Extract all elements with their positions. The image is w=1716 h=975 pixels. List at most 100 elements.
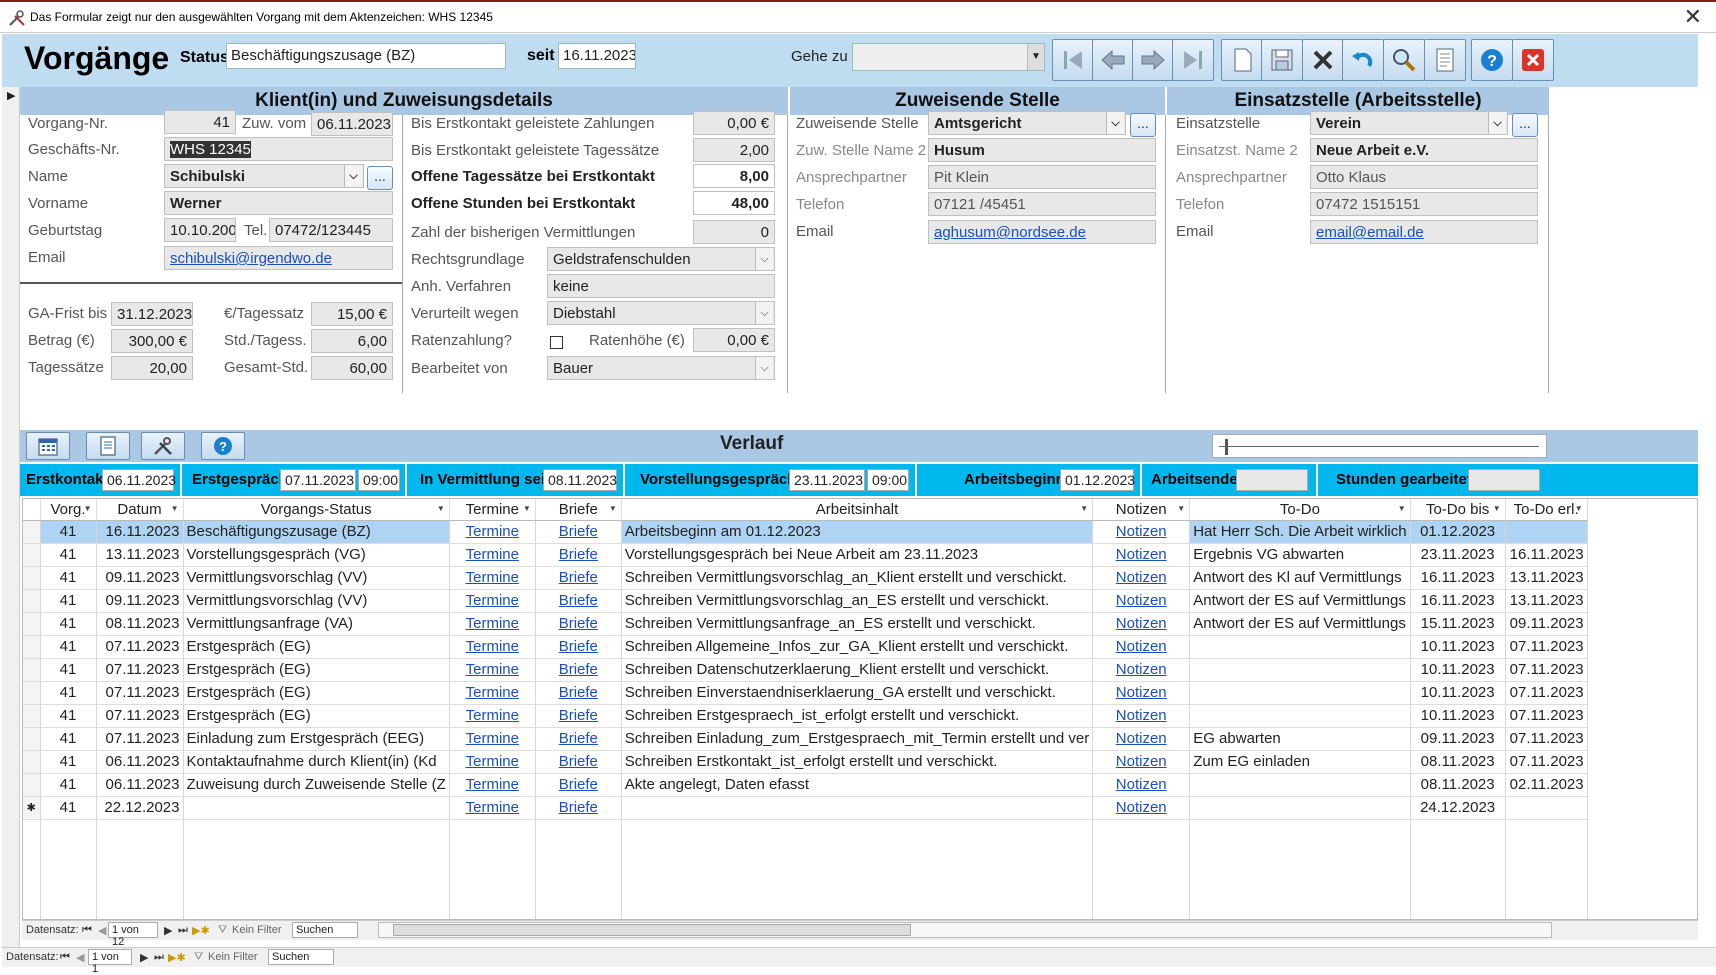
cell-termine[interactable]: Termine [449, 681, 536, 705]
table-row[interactable]: 41 16.11.2023 Beschäftigungszusage (BZ) Ter… [23, 520, 1588, 544]
cell-todo-erl[interactable]: 07.11.2023 [1505, 750, 1588, 774]
cell-briefe[interactable]: Briefe [535, 681, 622, 705]
vorname-field[interactable]: Werner [164, 191, 393, 215]
next-record-button[interactable] [1132, 39, 1174, 81]
vermittlungen-field[interactable]: 0 [693, 220, 775, 244]
row-selector[interactable] [23, 658, 41, 682]
cell-termine[interactable]: Termine [449, 704, 536, 728]
undo-button[interactable] [1342, 39, 1384, 81]
cell-termine[interactable]: Termine [449, 589, 536, 613]
new-record-row[interactable]: ✱ 41 22.12.2023 Termine Briefe Notizen 24.12.2… [23, 796, 1588, 820]
delete-button[interactable] [1302, 39, 1344, 81]
cell-notizen[interactable]: Notizen [1092, 796, 1191, 820]
column-header-termine[interactable]: Termine ▼ [449, 499, 536, 521]
row-selector[interactable] [23, 704, 41, 728]
cell-todo[interactable] [1189, 773, 1411, 797]
chevron-down-icon[interactable]: ⌵ [1106, 112, 1124, 134]
cell-todo-bis[interactable]: 16.11.2023 [1410, 566, 1506, 590]
table-row[interactable]: 41 08.11.2023 Vermittlungsanfrage (VA) Term… [23, 612, 1588, 636]
cell-vorg[interactable]: 41 [40, 658, 97, 682]
cell-todo[interactable]: Antwort der ES auf Vermittlungs [1189, 589, 1411, 613]
chevron-down-icon[interactable]: ⌵ [755, 248, 773, 270]
cell-todo-bis[interactable]: 08.11.2023 [1410, 773, 1506, 797]
record-selector[interactable]: ▶ [2, 87, 20, 957]
column-filter-dropdown-icon[interactable]: ▼ [1177, 504, 1185, 513]
cell-notizen[interactable]: Notizen [1092, 635, 1191, 659]
cell-todo[interactable]: EG abwarten [1189, 727, 1411, 751]
cell-termine[interactable]: Termine [449, 566, 536, 590]
help-button[interactable]: ? [1471, 39, 1513, 81]
column-header-datum[interactable]: Datum ▼ [96, 499, 184, 521]
column-header-status[interactable]: Vorgangs-Status ▼ [183, 499, 450, 521]
cell-todo-erl[interactable] [1505, 520, 1588, 544]
cell-briefe[interactable]: Briefe [535, 704, 622, 728]
cell-vorg[interactable]: 41 [40, 612, 97, 636]
column-header-briefe[interactable]: Briefe ▼ [535, 499, 622, 521]
tagessaetze-bis-field[interactable]: 2,00 [693, 138, 775, 162]
cell-todo-erl[interactable]: 02.11.2023 [1505, 773, 1588, 797]
gesamt-std-field[interactable]: 60,00 [311, 356, 393, 380]
cell-notizen[interactable]: Notizen [1092, 658, 1191, 682]
cell-briefe[interactable]: Briefe [535, 750, 622, 774]
save-button[interactable] [1261, 39, 1303, 81]
chevron-down-icon[interactable]: ⌵ [755, 357, 773, 379]
table-row[interactable]: 41 07.11.2023 Erstgespräch (EG) Termine Brie… [23, 681, 1588, 705]
cell-status[interactable]: Vorstellungsgespräch (VG) [183, 543, 450, 567]
cell-briefe[interactable]: Briefe [535, 543, 622, 567]
cell-todo[interactable]: Hat Herr Sch. Die Arbeit wirklich [1189, 520, 1411, 544]
row-selector[interactable] [23, 589, 41, 613]
cell-datum[interactable]: 07.11.2023 [96, 658, 184, 682]
cell-todo-bis[interactable]: 23.11.2023 [1410, 543, 1506, 567]
cell-briefe[interactable]: Briefe [535, 773, 622, 797]
cell-termine[interactable]: Termine [449, 773, 536, 797]
cell-todo-erl[interactable]: 16.11.2023 [1505, 543, 1588, 567]
cell-briefe[interactable]: Briefe [535, 612, 622, 636]
nav-sub-filter-icon[interactable]: ⛛ [218, 924, 227, 937]
vorgang-nr-field[interactable]: 41 [164, 110, 236, 134]
table-row[interactable]: 41 09.11.2023 Vermittlungsvorschlag (VV) Te… [23, 566, 1588, 590]
column-filter-dropdown-icon[interactable]: ▼ [171, 504, 179, 513]
column-header-todo-bis[interactable]: To-Do bis ▼ [1410, 499, 1506, 521]
cell-vorg[interactable]: 41 [40, 566, 97, 590]
nav-main-next-icon[interactable]: ▶ [140, 951, 148, 964]
cell-todo-bis[interactable]: 08.11.2023 [1410, 750, 1506, 774]
slider-thumb[interactable] [1225, 439, 1228, 455]
cell-notizen[interactable]: Notizen [1092, 681, 1191, 705]
cell-notizen[interactable]: Notizen [1092, 612, 1191, 636]
erstgespraech-time-field[interactable]: 09:00 [358, 469, 400, 491]
cell-todo-bis[interactable]: 24.12.2023 [1410, 796, 1506, 820]
cell-datum[interactable]: 09.11.2023 [96, 589, 184, 613]
offene-ts-field[interactable]: 8,00 [693, 164, 775, 188]
cell-briefe[interactable]: Briefe [535, 589, 622, 613]
nav-sub-last-icon[interactable]: ⏭ [178, 924, 188, 937]
status-field[interactable]: Beschäftigungszusage (BZ) [226, 43, 506, 69]
cell-datum[interactable]: 07.11.2023 [96, 635, 184, 659]
row-selector[interactable] [23, 727, 41, 751]
zuw-telefon-field[interactable]: 07121 /45451 [928, 192, 1156, 216]
vorstellung-time-field[interactable]: 09:00 [867, 469, 909, 491]
horizontal-scrollbar[interactable] [378, 922, 1552, 938]
anh-verfahren-field[interactable]: keine [547, 274, 775, 298]
column-filter-dropdown-icon[interactable]: ▼ [1493, 504, 1501, 513]
nav-sub-record-field[interactable]: 1 von 12 [108, 922, 158, 948]
cell-todo-erl[interactable]: 13.11.2023 [1505, 589, 1588, 613]
cell-vorg[interactable]: 41 [40, 750, 97, 774]
row-selector[interactable] [23, 773, 41, 797]
scrollbar-thumb[interactable] [393, 924, 911, 936]
cell-datum[interactable]: 09.11.2023 [96, 566, 184, 590]
row-selector[interactable] [23, 520, 41, 544]
gehe-zu-dropdown-icon[interactable]: ▼ [1027, 44, 1044, 70]
tagessaetze-field[interactable]: 20,00 [111, 356, 193, 380]
cell-notizen[interactable]: Notizen [1092, 520, 1191, 544]
stunden-field[interactable] [1468, 469, 1540, 491]
chevron-down-icon[interactable]: ⌵ [344, 165, 362, 187]
cell-arbeitsinhalt[interactable]: Schreiben Erstkontakt_ist_erfolgt erstel… [621, 750, 1094, 774]
betrag-field[interactable]: 300,00 € [111, 329, 193, 353]
cell-todo-erl[interactable]: 13.11.2023 [1505, 566, 1588, 590]
cell-todo[interactable] [1189, 635, 1411, 659]
verlauf-help-button[interactable]: ? [201, 432, 245, 460]
rechtsgrundlage-select[interactable]: Geldstrafenschulden ⌵ [547, 247, 775, 271]
nav-sub-new-icon[interactable]: ▶✱ [192, 924, 210, 937]
cell-status[interactable]: Erstgespräch (EG) [183, 681, 450, 705]
cell-termine[interactable]: Termine [449, 612, 536, 636]
